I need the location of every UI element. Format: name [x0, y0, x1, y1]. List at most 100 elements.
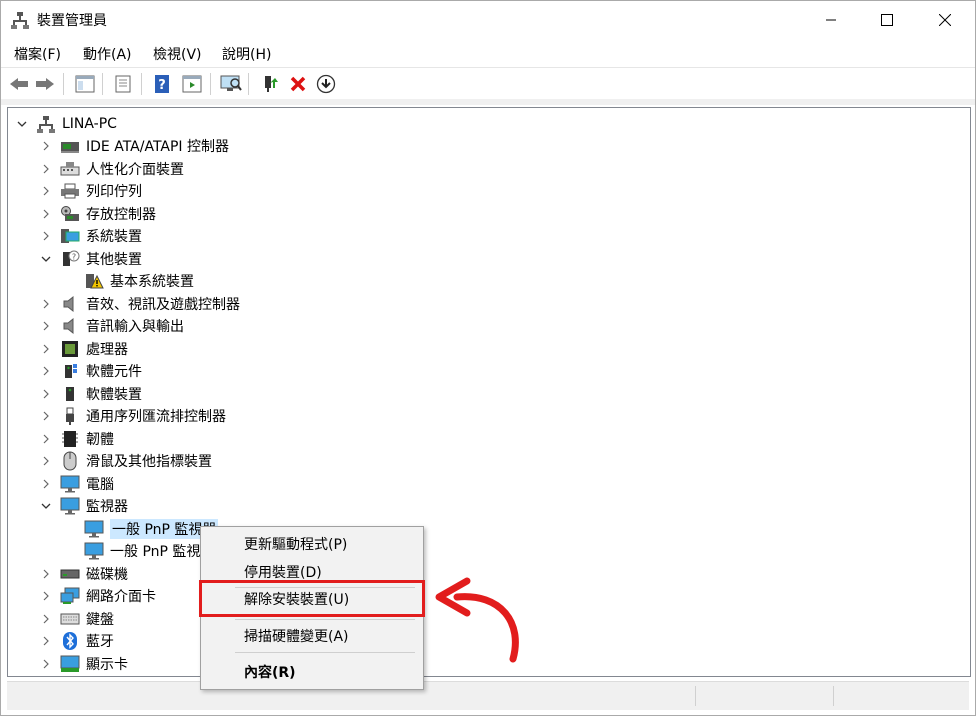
- disk-drive-icon: [60, 565, 80, 583]
- menu-view[interactable]: 檢視(V): [153, 44, 202, 64]
- minimize-button[interactable]: [803, 1, 859, 39]
- properties-button[interactable]: [112, 73, 134, 95]
- back-button[interactable]: [8, 73, 30, 95]
- toolbar-divider: [1, 99, 975, 105]
- chevron-right-icon[interactable]: [40, 613, 52, 625]
- chevron-right-icon[interactable]: [40, 185, 52, 197]
- menu-action[interactable]: 動作(A): [83, 44, 132, 64]
- chevron-right-icon[interactable]: [40, 298, 52, 310]
- tree-node-processors[interactable]: 處理器: [40, 338, 128, 360]
- chevron-right-icon[interactable]: [40, 140, 52, 152]
- chevron-down-icon[interactable]: [40, 500, 52, 512]
- forward-button[interactable]: [34, 73, 56, 95]
- ide-controller-icon: [60, 137, 80, 155]
- chevron-right-icon[interactable]: [40, 208, 52, 220]
- tree-node-firmware[interactable]: 韌體: [40, 428, 114, 450]
- status-separator: [833, 686, 834, 706]
- chevron-right-icon[interactable]: [40, 410, 52, 422]
- chevron-right-icon[interactable]: [40, 455, 52, 467]
- uninstall-device-button[interactable]: [287, 73, 309, 95]
- tree-node-sound-video-game[interactable]: 音效、視訊及遊戲控制器: [40, 293, 240, 315]
- svg-text:?: ?: [158, 78, 166, 93]
- tree-node-storage-controller[interactable]: 存放控制器: [40, 203, 156, 225]
- tree-node-label: 系統裝置: [86, 229, 142, 245]
- show-hide-console-tree-button[interactable]: [74, 73, 96, 95]
- menu-help[interactable]: 說明(H): [222, 44, 271, 64]
- menu-item-update-driver[interactable]: 更新驅動程式(P): [244, 534, 347, 554]
- tree-node-keyboards[interactable]: 鍵盤: [40, 608, 114, 630]
- toolbar-separator: [210, 73, 211, 95]
- tree-node-label: 音效、視訊及遊戲控制器: [86, 297, 240, 313]
- chevron-right-icon[interactable]: [40, 635, 52, 647]
- tree-root-node[interactable]: LINA-PC: [16, 113, 117, 135]
- scan-hardware-button[interactable]: [220, 73, 242, 95]
- status-bar: [7, 681, 969, 710]
- tree-node-computer[interactable]: 電腦: [40, 473, 114, 495]
- toolbar-separator: [248, 73, 249, 95]
- tree-node-audio-io[interactable]: 音訊輸入與輸出: [40, 315, 184, 337]
- tree-node-network-adapters[interactable]: 網路介面卡: [40, 585, 156, 607]
- toolbar-separator: [63, 73, 64, 95]
- tree-node-generic-pnp-monitor-2[interactable]: 一般 PnP 監視器: [84, 540, 214, 562]
- tree-node-label: 一般 PnP 監視器: [110, 544, 215, 560]
- monitor-icon: [84, 520, 104, 538]
- tree-node-bluetooth[interactable]: 藍牙: [40, 630, 114, 652]
- menu-item-properties[interactable]: 內容(R): [244, 662, 296, 682]
- close-button[interactable]: [917, 1, 973, 39]
- chevron-right-icon[interactable]: [40, 478, 52, 490]
- chevron-right-icon[interactable]: [40, 433, 52, 445]
- close-icon: [939, 14, 951, 26]
- download-icon: [316, 74, 336, 94]
- scan-hardware-icon: [220, 75, 242, 91]
- tree-node-label: 軟體元件: [86, 364, 142, 380]
- maximize-button[interactable]: [859, 1, 915, 39]
- tree-node-disk-drives[interactable]: 磁碟機: [40, 563, 128, 585]
- chevron-right-icon[interactable]: [40, 568, 52, 580]
- hid-icon: [60, 160, 80, 178]
- other-device-icon: ?: [60, 250, 80, 268]
- disable-device-button[interactable]: [315, 73, 337, 95]
- tree-node-hid[interactable]: 人性化介面裝置: [40, 158, 184, 180]
- keyboard-icon: [60, 610, 80, 628]
- menu-file[interactable]: 檔案(F): [14, 44, 61, 64]
- tree-node-base-system-device[interactable]: 基本系統裝置: [84, 270, 194, 292]
- menu-bar: 檔案(F) 動作(A) 檢視(V) 說明(H): [1, 39, 975, 67]
- chevron-right-icon[interactable]: [40, 388, 52, 400]
- menu-separator: [235, 652, 415, 653]
- tree-node-mice[interactable]: 滑鼠及其他指標裝置: [40, 450, 212, 472]
- update-driver-button[interactable]: [259, 73, 281, 95]
- minimize-icon: [826, 19, 836, 21]
- tree-node-software-devices[interactable]: 軟體裝置: [40, 383, 142, 405]
- help-button[interactable]: ?: [151, 73, 173, 95]
- firmware-icon: [60, 430, 80, 448]
- maximize-icon: [881, 14, 893, 26]
- chevron-down-icon[interactable]: [40, 253, 52, 265]
- tree-node-print-queue[interactable]: 列印佇列: [40, 180, 142, 202]
- chevron-down-icon[interactable]: [16, 118, 28, 130]
- forward-arrow-icon: [36, 78, 54, 90]
- chevron-right-icon[interactable]: [40, 590, 52, 602]
- tree-node-generic-pnp-monitor-1[interactable]: 一般 PnP 監視器: [84, 518, 219, 540]
- uninstall-icon: [290, 76, 306, 92]
- menu-item-disable-device[interactable]: 停用裝置(D): [244, 562, 322, 582]
- tree-node-label: 音訊輸入與輸出: [86, 319, 184, 335]
- chevron-right-icon[interactable]: [40, 320, 52, 332]
- window-title: 裝置管理員: [37, 13, 107, 29]
- tree-node-ide-ata[interactable]: IDE ATA/ATAPI 控制器: [40, 135, 229, 157]
- tree-node-display-adapters[interactable]: 顯示卡: [40, 653, 128, 675]
- tree-node-usb-controllers[interactable]: 通用序列匯流排控制器: [40, 405, 226, 427]
- chevron-right-icon[interactable]: [40, 658, 52, 670]
- menu-item-scan-hardware-changes[interactable]: 掃描硬體變更(A): [244, 626, 349, 646]
- tree-node-monitors[interactable]: 監視器: [40, 495, 128, 517]
- chevron-right-icon[interactable]: [40, 343, 52, 355]
- tree-node-other-devices[interactable]: ? 其他裝置: [40, 248, 142, 270]
- tree-node-label: 電腦: [86, 477, 114, 493]
- tree-node-software-components[interactable]: 軟體元件: [40, 360, 142, 382]
- run-button[interactable]: [181, 73, 203, 95]
- tree-node-label: 藍牙: [86, 634, 114, 650]
- computer-root-icon: [36, 115, 56, 133]
- tree-node-system-devices[interactable]: 系統裝置: [40, 225, 142, 247]
- chevron-right-icon[interactable]: [40, 365, 52, 377]
- chevron-right-icon[interactable]: [40, 163, 52, 175]
- chevron-right-icon[interactable]: [40, 230, 52, 242]
